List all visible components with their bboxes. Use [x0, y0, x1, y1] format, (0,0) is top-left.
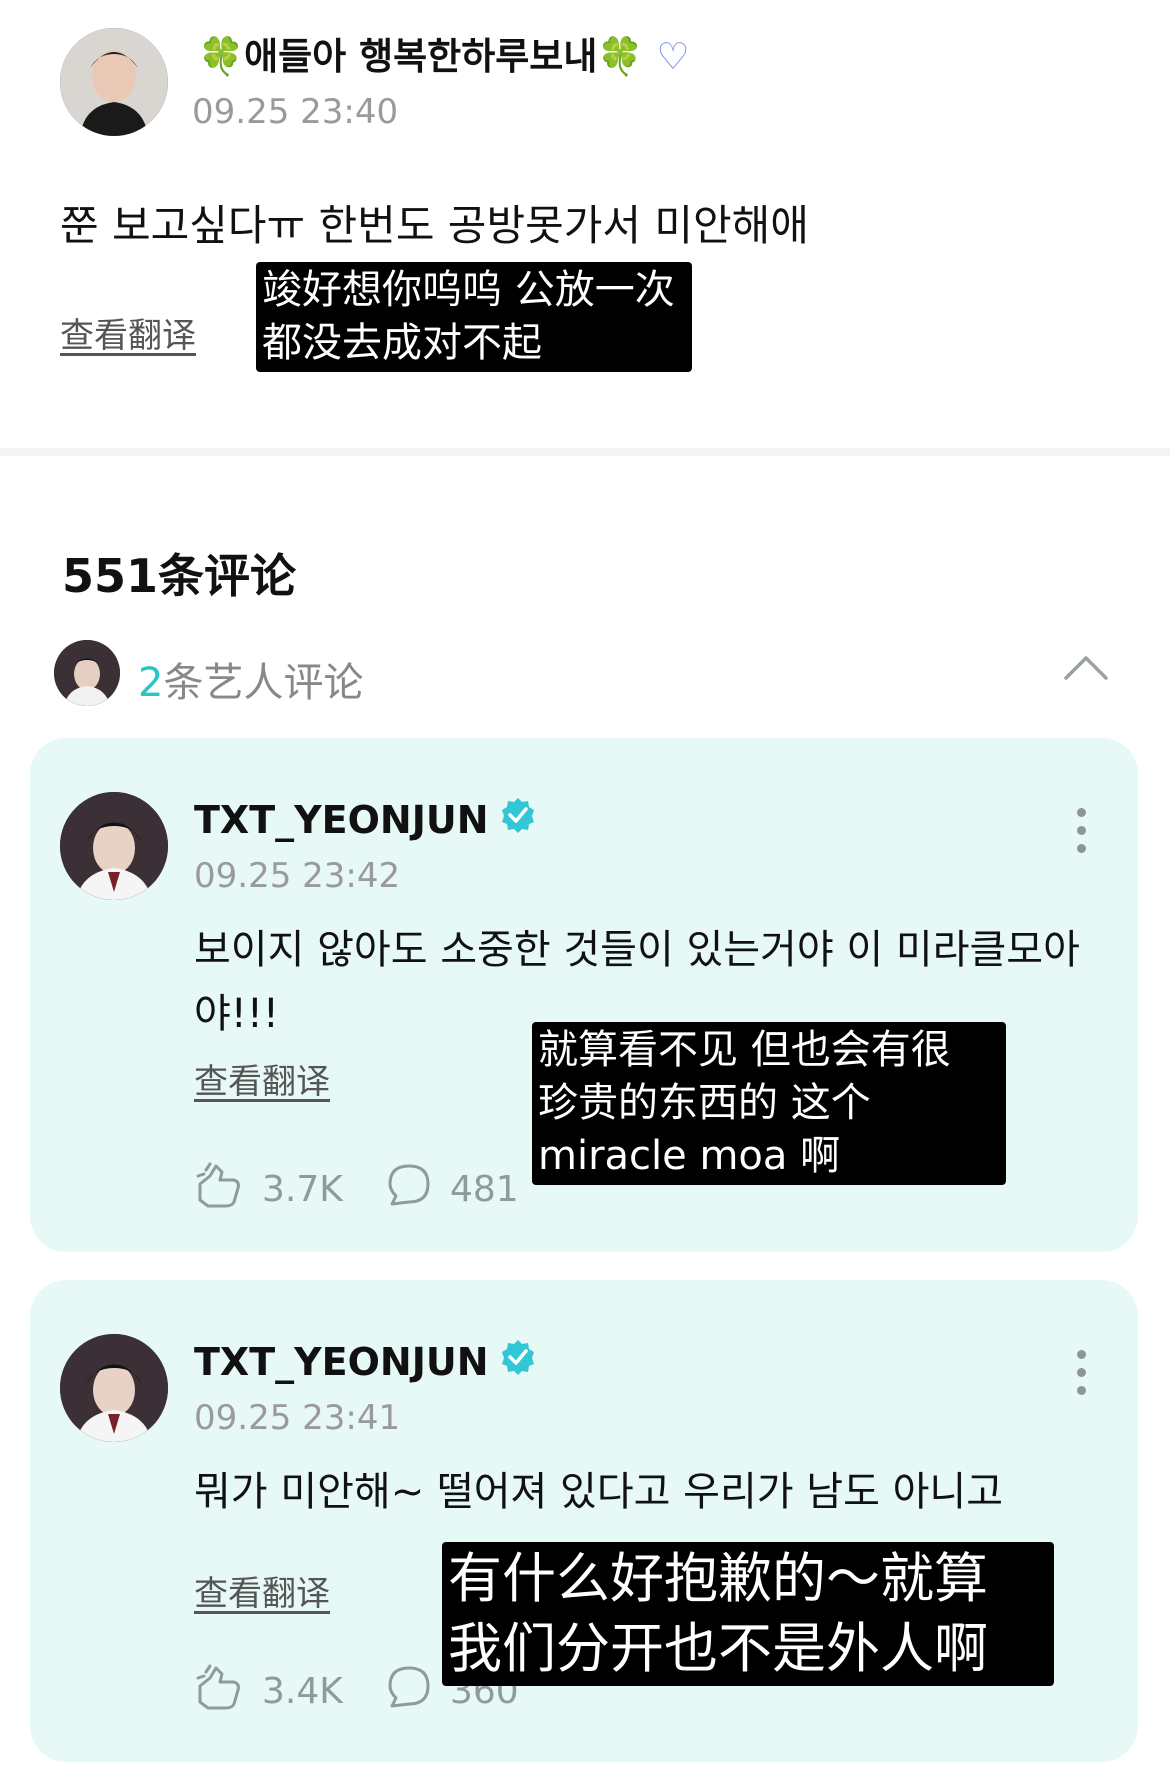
like-button[interactable]: 3.4K	[194, 1664, 343, 1719]
comment-bubble-icon	[386, 1664, 432, 1719]
clover-icon: 🍀	[198, 35, 245, 78]
post-author-label: 애들아 행복한하루보내	[244, 35, 598, 78]
artist-comment-card: TXT_YEONJUN 09.25 23:42 보이지 않아도 소중한 것들이 …	[30, 738, 1138, 1252]
author-avatar[interactable]	[60, 28, 168, 136]
more-options-icon[interactable]	[1077, 1350, 1086, 1395]
reply-count: 481	[450, 1169, 519, 1210]
reply-button[interactable]: 481	[386, 1162, 519, 1217]
comment-timestamp: 09.25 23:41	[194, 1398, 401, 1438]
comment-body: 뭐가 미안해~ 떨어져 있다고 우리가 남도 아니고	[194, 1469, 1004, 1515]
like-count: 3.7K	[262, 1169, 343, 1210]
commenter-name[interactable]: TXT_YEONJUN	[194, 796, 537, 843]
post-timestamp: 09.25 23:40	[192, 92, 399, 132]
section-divider	[0, 448, 1170, 456]
commenter-avatar[interactable]	[60, 1334, 168, 1442]
artist-avatar[interactable]	[54, 640, 120, 706]
like-icon	[194, 1162, 244, 1217]
artist-comment-card: TXT_YEONJUN 09.25 23:41 뭐가 미안해~ 떨어져 있다고 …	[30, 1280, 1138, 1762]
comment-timestamp: 09.25 23:42	[194, 856, 401, 896]
like-button[interactable]: 3.7K	[194, 1162, 343, 1217]
post-translation-overlay: 竣好想你呜呜 公放一次 都没去成对不起	[256, 262, 692, 372]
verified-badge-icon	[499, 796, 537, 843]
heart-badge-icon: ♡	[656, 35, 690, 78]
post-author-name[interactable]: 🍀애들아 행복한하루보내🍀 ♡	[198, 26, 690, 80]
more-options-icon[interactable]	[1077, 808, 1086, 853]
comment-translate-link[interactable]: 查看翻译	[194, 1566, 330, 1615]
post-body: 쭌 보고싶다ㅠ 한번도 공방못가서 미안해애	[60, 201, 809, 250]
clover-icon: 🍀	[597, 35, 644, 78]
artist-comments-label[interactable]: 2条艺人评论	[138, 650, 363, 708]
comment-translation-overlay: 就算看不见 但也会有很 珍贵的东西的 这个 miracle moa 啊	[532, 1022, 1006, 1185]
verified-badge-icon	[499, 1338, 537, 1385]
comments-count-title: 551条评论	[62, 549, 297, 603]
chevron-up-icon[interactable]	[1062, 652, 1110, 686]
like-count: 3.4K	[262, 1671, 343, 1712]
commenter-name[interactable]: TXT_YEONJUN	[194, 1338, 537, 1385]
comment-translation-overlay: 有什么好抱歉的～就算 我们分开也不是外人啊	[442, 1542, 1054, 1686]
commenter-avatar[interactable]	[60, 792, 168, 900]
post-translate-link[interactable]: 查看翻译	[60, 308, 196, 357]
comment-translate-link[interactable]: 查看翻译	[194, 1054, 330, 1103]
like-icon	[194, 1664, 244, 1719]
comment-bubble-icon	[386, 1162, 432, 1217]
